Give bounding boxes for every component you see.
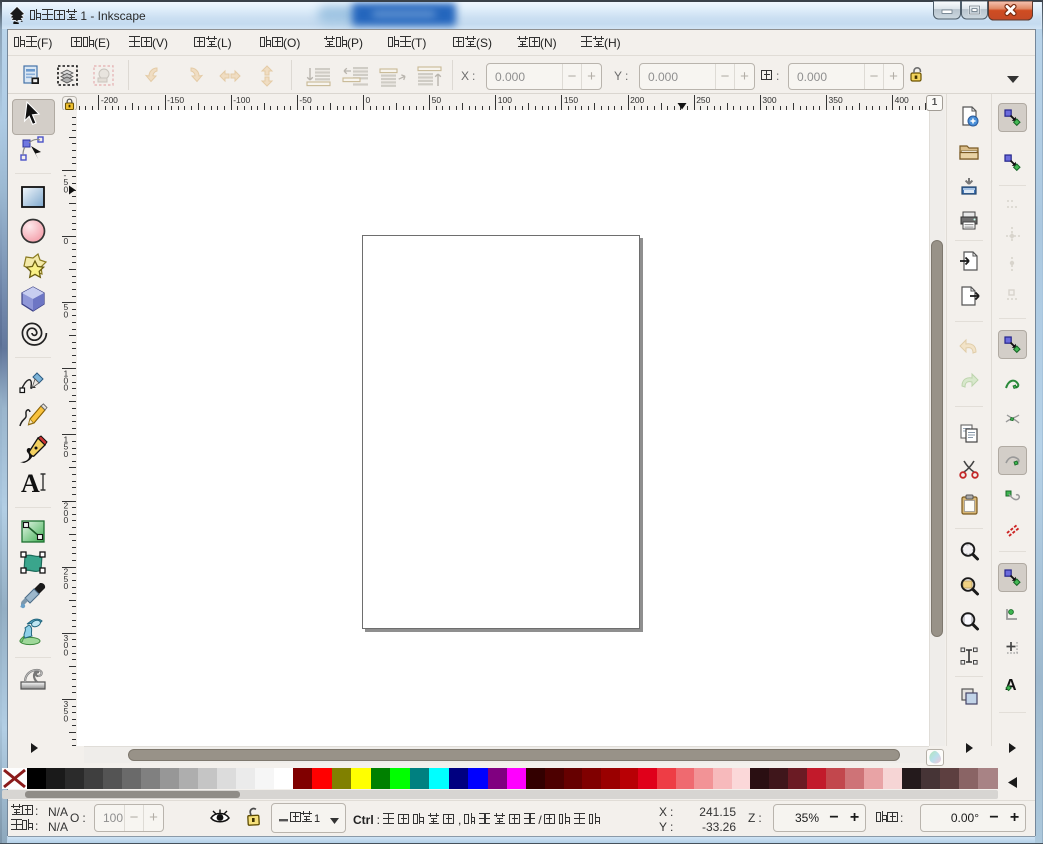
svg-text:-100: -100 bbox=[233, 95, 250, 105]
svg-text:0: 0 bbox=[64, 236, 69, 246]
svg-text:A: A bbox=[1005, 677, 1017, 694]
svg-text:-50: -50 bbox=[299, 95, 312, 105]
svg-text:50: 50 bbox=[432, 95, 442, 105]
svg-text:250: 250 bbox=[696, 95, 710, 105]
svg-text:0: 0 bbox=[64, 309, 69, 319]
svg-text:150: 150 bbox=[564, 95, 578, 105]
svg-text:0: 0 bbox=[64, 647, 69, 657]
svg-text:0: 0 bbox=[64, 581, 69, 591]
svg-text:200: 200 bbox=[630, 95, 644, 105]
svg-text:0: 0 bbox=[64, 383, 69, 393]
svg-text:-200: -200 bbox=[101, 95, 118, 105]
svg-text:0: 0 bbox=[64, 713, 69, 723]
svg-text:-150: -150 bbox=[167, 95, 184, 105]
svg-text:0: 0 bbox=[64, 184, 69, 194]
svg-text:400: 400 bbox=[895, 95, 909, 105]
svg-text:0: 0 bbox=[366, 95, 371, 105]
svg-text:0: 0 bbox=[64, 515, 69, 525]
svg-text:350: 350 bbox=[829, 95, 843, 105]
svg-text:A: A bbox=[21, 469, 40, 498]
svg-text:100: 100 bbox=[498, 95, 512, 105]
svg-text:300: 300 bbox=[762, 95, 776, 105]
svg-text:0: 0 bbox=[64, 449, 69, 459]
